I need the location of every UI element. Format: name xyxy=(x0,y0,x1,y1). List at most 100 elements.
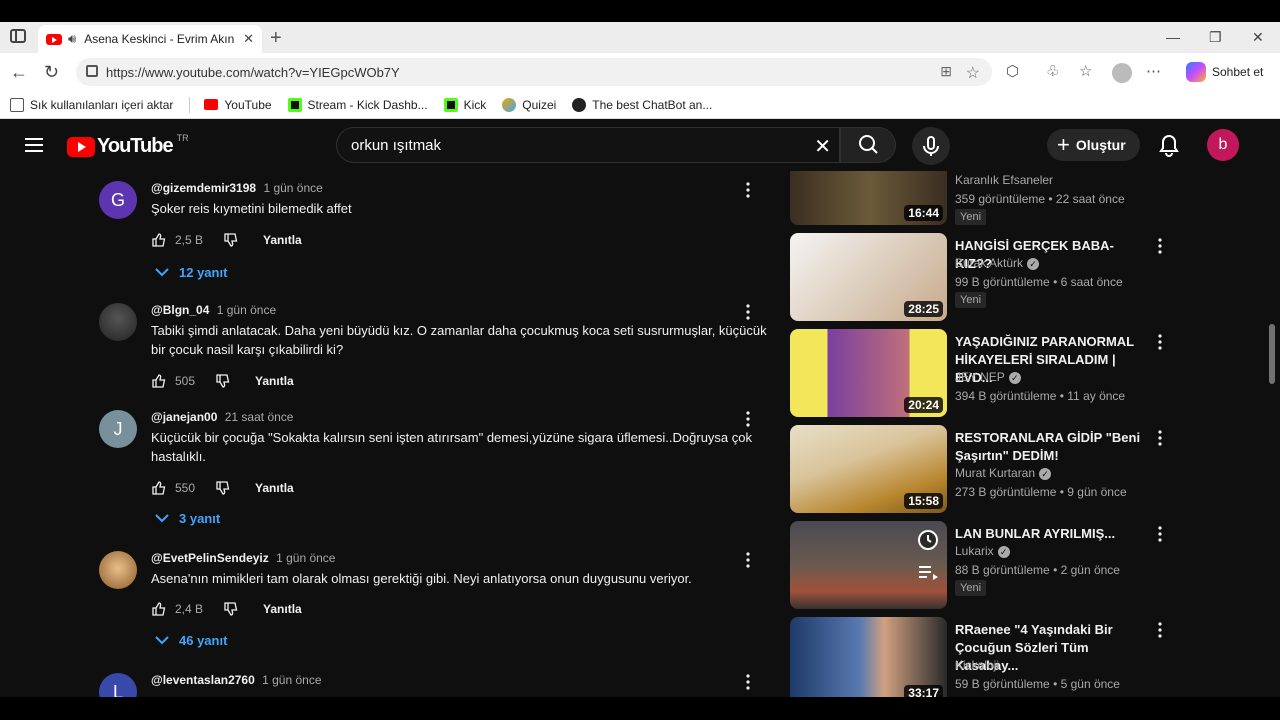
comment-author[interactable]: @gizemdemir3198 xyxy=(151,181,256,195)
comment-avatar[interactable]: L xyxy=(99,673,137,697)
account-avatar[interactable]: b xyxy=(1207,129,1239,161)
add-to-queue-icon[interactable] xyxy=(917,563,939,583)
dislike-icon[interactable] xyxy=(215,373,231,389)
video-thumbnail[interactable]: 20:24 xyxy=(790,329,947,417)
create-button[interactable]: + Oluştur xyxy=(1047,129,1140,161)
voice-search-button[interactable] xyxy=(912,127,950,165)
youtube-logo[interactable]: YouTube TR xyxy=(67,133,189,158)
channel-name[interactable]: Burak Aktürk xyxy=(955,256,1023,270)
browser-tab[interactable]: 🔊︎ Asena Keskinci - Evrim Akın | ✕ xyxy=(38,25,262,53)
dislike-icon[interactable] xyxy=(223,601,239,617)
youtube-masthead: YouTube TR orkun ışıtmak ✕ + Oluştur b xyxy=(0,119,1264,171)
video-thumbnail[interactable]: 33:17 xyxy=(790,617,947,697)
reply-button[interactable]: Yanıtla xyxy=(263,233,302,247)
back-icon[interactable]: ← xyxy=(10,62,28,83)
refresh-icon[interactable]: ↻ xyxy=(44,62,59,83)
video-thumbnail[interactable]: 16:44 xyxy=(790,171,947,225)
video-thumbnail[interactable]: 28:25 xyxy=(790,233,947,321)
more-actions-icon[interactable] xyxy=(1154,237,1166,260)
scrollbar-thumb[interactable] xyxy=(1269,324,1275,384)
show-replies-button[interactable]: 3 yanıt xyxy=(155,511,220,526)
bookmark-quizei[interactable]: Quizei xyxy=(502,97,556,112)
comment-time[interactable]: 1 gün önce xyxy=(262,673,321,687)
url-bar[interactable]: https://www.youtube.com/watch?v=YIEGpcWO… xyxy=(76,58,992,86)
comment-avatar[interactable] xyxy=(99,303,137,341)
speaker-icon[interactable]: 🔊︎ xyxy=(68,31,76,47)
dislike-icon[interactable] xyxy=(215,480,231,496)
browser-essentials-icon[interactable]: ♧ xyxy=(1046,62,1059,80)
favorite-star-icon[interactable]: ☆ xyxy=(966,63,980,83)
search-input[interactable]: orkun ışıtmak ✕ xyxy=(336,127,840,163)
reply-button[interactable]: Yanıtla xyxy=(255,481,294,495)
favorites-icon[interactable]: ☆ xyxy=(1079,62,1092,80)
channel-name[interactable]: Murat Kurtaran xyxy=(955,466,1035,480)
bookmark-kick[interactable]: Kick xyxy=(443,97,486,112)
video-title[interactable]: LAN BUNLAR AYRILMIŞ... xyxy=(955,525,1150,543)
window-close-icon[interactable]: ✕ xyxy=(1252,29,1264,46)
video-thumbnail[interactable] xyxy=(790,521,947,609)
youtube-icon xyxy=(204,99,219,110)
comment-time[interactable]: 1 gün önce xyxy=(217,303,276,317)
channel-name[interactable]: Karanlık Efsaneler xyxy=(955,173,1053,187)
notifications-bell-icon[interactable] xyxy=(1158,133,1180,157)
page-scrollbar[interactable] xyxy=(1264,119,1280,697)
search-icon xyxy=(859,135,878,154)
reply-button[interactable]: Yanıtla xyxy=(255,374,294,388)
dislike-icon[interactable] xyxy=(223,232,239,248)
more-actions-icon[interactable] xyxy=(741,303,755,326)
video-title[interactable]: RESTORANLARA GİDİP "Beni Şaşırtın" DEDİM… xyxy=(955,429,1150,465)
more-actions-icon[interactable] xyxy=(1154,333,1166,356)
like-icon[interactable] xyxy=(151,232,167,248)
new-tab-icon[interactable]: + xyxy=(270,27,282,50)
like-icon[interactable] xyxy=(151,480,167,496)
like-icon[interactable] xyxy=(151,601,167,617)
more-actions-icon[interactable] xyxy=(741,410,755,433)
menu-icon[interactable] xyxy=(25,138,43,152)
bookmark-separator xyxy=(189,96,191,113)
bookmark-import[interactable]: Sık kullanılanları içeri aktar xyxy=(10,97,173,112)
comment-author[interactable]: @leventaslan2760 xyxy=(151,673,255,687)
show-replies-button[interactable]: 12 yanıt xyxy=(155,265,227,280)
comment-time[interactable]: 1 gün önce xyxy=(276,551,335,565)
like-icon[interactable] xyxy=(151,373,167,389)
channel-name[interactable]: Lukarix xyxy=(955,544,994,558)
comment-avatar[interactable]: J xyxy=(99,410,137,448)
channel-name[interactable]: JEY NEP xyxy=(955,370,1005,384)
more-actions-icon[interactable] xyxy=(741,673,755,696)
minimize-icon[interactable]: — xyxy=(1166,29,1180,45)
search-button[interactable] xyxy=(840,127,896,163)
tab-actions-icon[interactable] xyxy=(10,29,26,43)
more-actions-icon[interactable] xyxy=(741,551,755,574)
copilot-chat-button[interactable]: Sohbet et xyxy=(1180,59,1273,85)
comment-author[interactable]: @Blgn_04 xyxy=(151,303,209,317)
browser-tab-bar: 🔊︎ Asena Keskinci - Evrim Akın | ✕ + — ❐… xyxy=(0,22,1280,53)
video-meta: 88 B görüntüleme • 2 gün önce xyxy=(955,563,1120,577)
restore-icon[interactable]: ❐ xyxy=(1209,29,1222,46)
reply-button[interactable]: Yanıtla xyxy=(263,602,302,616)
site-info-icon[interactable] xyxy=(86,65,98,77)
tab-close-icon[interactable]: ✕ xyxy=(243,31,254,47)
app-available-icon[interactable]: ⊞ xyxy=(940,63,952,80)
clear-search-icon[interactable]: ✕ xyxy=(814,134,831,159)
comment-author[interactable]: @janejan00 xyxy=(151,410,217,424)
extensions-icon[interactable]: ⬡ xyxy=(1006,62,1019,80)
more-actions-icon[interactable] xyxy=(741,181,755,204)
comment-time[interactable]: 21 saat önce xyxy=(225,410,294,424)
video-thumbnail[interactable]: 15:58 xyxy=(790,425,947,513)
watch-later-icon[interactable] xyxy=(917,529,939,551)
more-actions-icon[interactable] xyxy=(1154,621,1166,644)
bookmark-chatbot[interactable]: The best ChatBot an... xyxy=(572,97,712,112)
more-actions-icon[interactable] xyxy=(1154,429,1166,452)
comment-avatar[interactable] xyxy=(99,551,137,589)
plus-icon: + xyxy=(1057,132,1070,157)
comment-time[interactable]: 1 gün önce xyxy=(263,181,322,195)
bookmark-youtube[interactable]: YouTube xyxy=(204,98,272,112)
show-replies-button[interactable]: 46 yanıt xyxy=(155,633,227,648)
comment-avatar[interactable]: G xyxy=(99,181,137,219)
profile-avatar[interactable] xyxy=(1112,63,1132,83)
bookmark-kick-stream[interactable]: Stream - Kick Dashb... xyxy=(287,97,428,112)
channel-name[interactable]: Kickoloji xyxy=(955,658,999,672)
more-actions-icon[interactable] xyxy=(1154,525,1166,548)
comment-author[interactable]: @EvetPelinSendeyiz xyxy=(151,551,269,565)
settings-more-icon[interactable]: ⋯ xyxy=(1146,62,1161,80)
